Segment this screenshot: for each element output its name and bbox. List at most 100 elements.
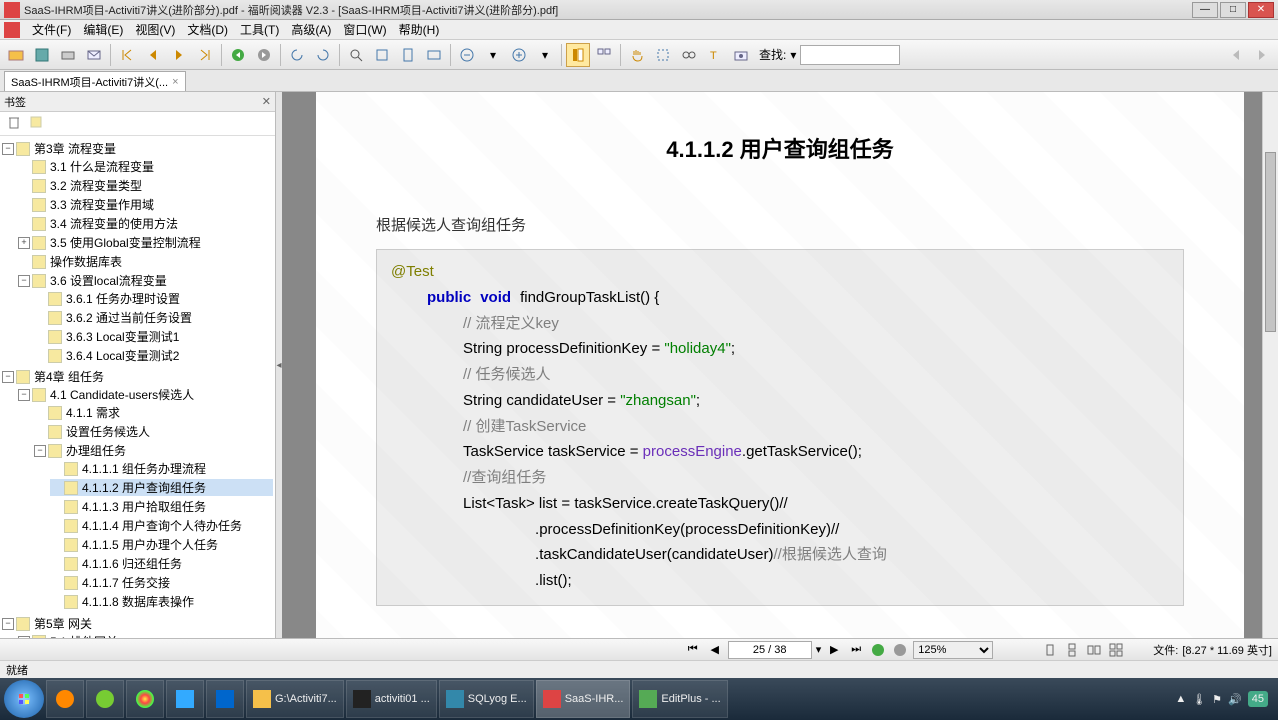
select-text-button[interactable] — [651, 43, 675, 67]
tree-item[interactable]: 4.1.1.6 归还组任务 — [50, 555, 273, 572]
rotate-cw-button[interactable] — [311, 43, 335, 67]
sidebar-close-button[interactable]: ✕ — [262, 95, 271, 108]
prev-page-nav[interactable]: ◀ — [706, 641, 724, 659]
tree-item[interactable]: +3.5 使用Global变量控制流程 — [18, 234, 273, 251]
tray-icon[interactable]: 🔊 — [1228, 693, 1242, 706]
tree-item[interactable]: 3.4 流程变量的使用方法 — [18, 215, 273, 232]
taskbar-pinned-app[interactable] — [166, 680, 204, 718]
fit-page-button[interactable] — [396, 43, 420, 67]
tree-item[interactable]: −第4章 组任务 — [2, 368, 273, 385]
tree-item[interactable]: 3.6.2 通过当前任务设置 — [34, 309, 273, 326]
snapshot-button[interactable] — [729, 43, 753, 67]
taskbar-pinned-app[interactable] — [126, 680, 164, 718]
expand-bookmark-icon[interactable] — [28, 114, 44, 133]
view-facing-cont-button[interactable] — [1107, 641, 1125, 659]
prev-page-button[interactable] — [141, 43, 165, 67]
zoom-in-menu[interactable]: ▾ — [533, 43, 557, 67]
last-page-nav[interactable]: ⏭ — [847, 641, 865, 659]
tree-item[interactable]: 4.1.1.4 用户查询个人待办任务 — [50, 517, 273, 534]
system-tray[interactable]: ▲ 🌡 ⚑ 🔊 45 — [1175, 691, 1274, 707]
tree-item[interactable]: 4.1.1.7 任务交接 — [50, 574, 273, 591]
menu-help[interactable]: 帮助(H) — [393, 19, 446, 40]
zoom-in-button[interactable] — [507, 43, 531, 67]
nav-back-button[interactable] — [226, 43, 250, 67]
rotate-ccw-button[interactable] — [285, 43, 309, 67]
minimize-button[interactable]: — — [1192, 2, 1218, 18]
tree-item[interactable]: +5.1 排他网关 — [18, 633, 273, 638]
tree-item[interactable]: 设置任务候选人 — [34, 423, 273, 440]
tree-item[interactable]: −4.1 Candidate-users候选人 — [18, 386, 273, 403]
menu-tools[interactable]: 工具(T) — [234, 19, 285, 40]
actual-size-button[interactable] — [422, 43, 446, 67]
page-dropdown-icon[interactable]: ▾ — [816, 643, 822, 656]
taskbar-pinned-app[interactable] — [46, 680, 84, 718]
email-button[interactable] — [82, 43, 106, 67]
menu-view[interactable]: 视图(V) — [129, 19, 181, 40]
fit-width-button[interactable] — [370, 43, 394, 67]
taskbar-app-explorer[interactable]: G:\Activiti7... — [246, 680, 344, 718]
search-input[interactable] — [800, 45, 900, 65]
menu-window[interactable]: 窗口(W) — [337, 19, 392, 40]
open-button[interactable] — [4, 43, 28, 67]
maximize-button[interactable]: □ — [1220, 2, 1246, 18]
tree-item[interactable]: 4.1.1.1 组任务办理流程 — [50, 460, 273, 477]
zoom-out-button[interactable] — [455, 43, 479, 67]
next-page-button[interactable] — [167, 43, 191, 67]
tree-item[interactable]: 操作数据库表 — [18, 253, 273, 270]
tree-item-selected[interactable]: 4.1.1.2 用户查询组任务 — [50, 479, 273, 496]
scrollbar-thumb[interactable] — [1265, 152, 1276, 332]
tree-item[interactable]: 4.1.1 需求 — [34, 404, 273, 421]
bookmark-tree[interactable]: −第3章 流程变量 3.1 什么是流程变量 3.2 流程变量类型 3.3 流程变… — [0, 136, 275, 638]
view-continuous-button[interactable] — [1063, 641, 1081, 659]
tree-item[interactable]: −第3章 流程变量 — [2, 140, 273, 157]
taskbar-pinned-app[interactable] — [86, 680, 124, 718]
nav-forward-button[interactable] — [252, 43, 276, 67]
tree-item[interactable]: −3.6 设置local流程变量 — [18, 272, 273, 289]
tray-icon[interactable]: ▲ — [1175, 693, 1186, 705]
tree-item[interactable]: 4.1.1.8 数据库表操作 — [50, 593, 273, 610]
menu-file[interactable]: 文件(F) — [26, 19, 77, 40]
tray-clock[interactable]: 45 — [1248, 691, 1268, 707]
first-page-nav[interactable]: ⏮ — [684, 641, 702, 659]
tree-item[interactable]: −第5章 网关 — [2, 615, 273, 632]
tree-item[interactable]: 3.2 流程变量类型 — [18, 177, 273, 194]
tree-item[interactable]: 4.1.1.5 用户办理个人任务 — [50, 536, 273, 553]
bookmark-panel-button[interactable] — [566, 43, 590, 67]
find-button[interactable] — [677, 43, 701, 67]
find-prev-button[interactable] — [1224, 43, 1248, 67]
next-page-nav[interactable]: ▶ — [825, 641, 843, 659]
save-button[interactable] — [30, 43, 54, 67]
taskbar-app-editplus[interactable]: EditPlus - ... — [632, 680, 727, 718]
document-tab[interactable]: SaaS-IHRM项目-Activiti7讲义(... × — [4, 71, 186, 91]
taskbar-app-sqlyog[interactable]: SQLyog E... — [439, 680, 534, 718]
tree-item[interactable]: 3.6.3 Local变量测试1 — [34, 328, 273, 345]
taskbar-app-foxit-active[interactable]: SaaS-IHR... — [536, 680, 631, 718]
last-page-button[interactable] — [193, 43, 217, 67]
taskbar-app-intellij[interactable]: activiti01 ... — [346, 680, 437, 718]
close-button[interactable]: ✕ — [1248, 2, 1274, 18]
nav-stop-button[interactable] — [891, 641, 909, 659]
hand-tool-button[interactable] — [625, 43, 649, 67]
zoom-tool-button[interactable] — [344, 43, 368, 67]
document-tab-close[interactable]: × — [172, 76, 178, 88]
tree-item[interactable]: 3.3 流程变量作用域 — [18, 196, 273, 213]
thumbnail-panel-button[interactable] — [592, 43, 616, 67]
vertical-scrollbar[interactable] — [1262, 92, 1278, 638]
zoom-select[interactable]: 125% — [913, 641, 993, 659]
tray-icon[interactable]: 🌡 — [1192, 693, 1206, 706]
tree-item[interactable]: 4.1.1.3 用户拾取组任务 — [50, 498, 273, 515]
first-page-button[interactable] — [115, 43, 139, 67]
tray-icon[interactable]: ⚑ — [1212, 693, 1222, 706]
page-number-input[interactable] — [728, 641, 812, 659]
delete-bookmark-icon[interactable] — [6, 114, 22, 133]
tree-item[interactable]: 3.6.1 任务办理时设置 — [34, 290, 273, 307]
print-button[interactable] — [56, 43, 80, 67]
find-next-button[interactable] — [1250, 43, 1274, 67]
menu-advanced[interactable]: 高级(A) — [285, 19, 337, 40]
menu-edit[interactable]: 编辑(E) — [77, 19, 129, 40]
document-viewport[interactable]: 4.1.1.2 用户查询组任务 根据候选人查询组任务 @Test public … — [282, 92, 1278, 638]
view-facing-button[interactable] — [1085, 641, 1103, 659]
tree-item[interactable]: 3.1 什么是流程变量 — [18, 158, 273, 175]
view-single-button[interactable] — [1041, 641, 1059, 659]
nav-play-button[interactable] — [869, 641, 887, 659]
